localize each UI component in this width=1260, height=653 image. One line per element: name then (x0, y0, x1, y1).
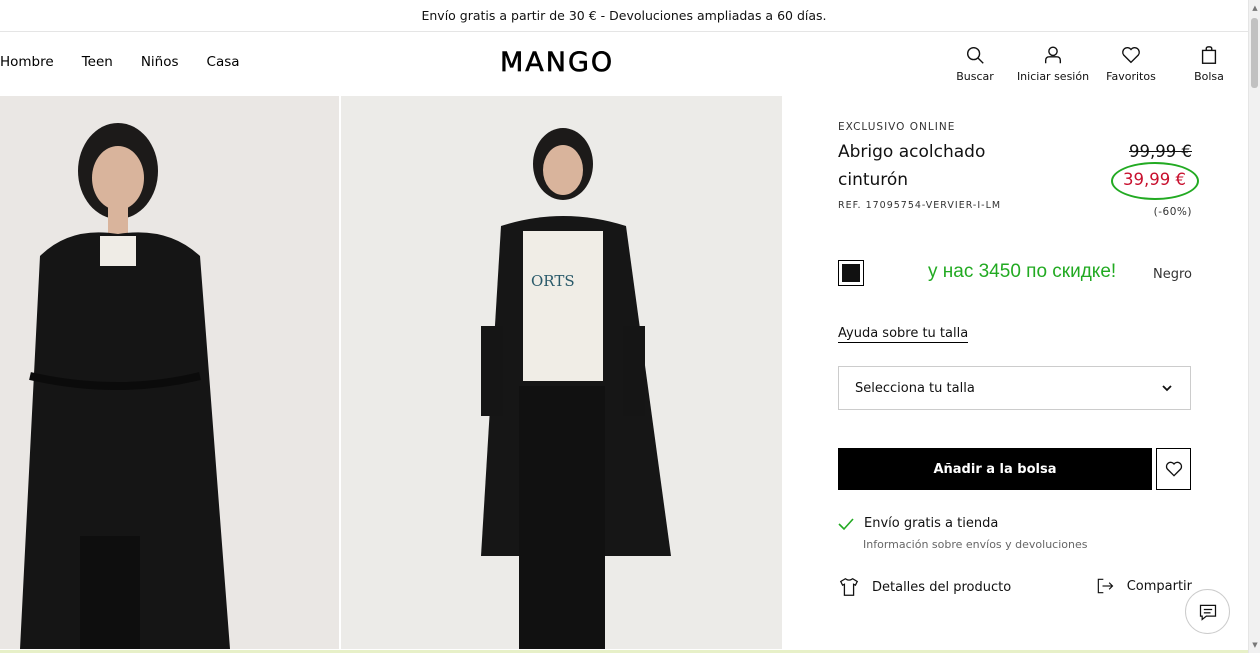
free-shipping-text: Envío gratis a tienda (864, 516, 999, 531)
logo-text: MANGO (500, 47, 615, 79)
share-icon (1097, 578, 1114, 594)
bag-label: Bolsa (1194, 70, 1224, 83)
chevron-down-icon (1162, 385, 1172, 392)
nav-item-hombre[interactable]: Hombre (0, 54, 54, 70)
heart-icon (1165, 461, 1182, 477)
size-help-link[interactable]: Ayuda sobre tu talla (838, 326, 969, 343)
heart-icon (1122, 47, 1140, 64)
exclusive-label: EXCLUSIVO ONLINE (838, 121, 956, 133)
header-actions: Buscar Iniciar sesión Favoritos Bolsa (936, 44, 1248, 83)
price-highlight-circle (1111, 162, 1199, 200)
nav-item-casa[interactable]: Casa (207, 54, 240, 70)
promo-banner-text: Envío gratis a partir de 30 € - Devoluci… (421, 8, 827, 23)
scroll-up-arrow[interactable]: ▲ (1251, 4, 1259, 12)
scroll-down-arrow[interactable]: ▼ (1251, 641, 1259, 649)
promo-banner: Envío gratis a partir de 30 € - Devoluci… (0, 0, 1248, 32)
discount-badge: (-60%) (1153, 206, 1192, 218)
search-icon (966, 46, 984, 64)
tshirt-icon (839, 577, 859, 596)
svg-text:ORTS: ORTS (531, 272, 575, 290)
favorites-label: Favoritos (1106, 70, 1156, 83)
favorites-button[interactable]: Favoritos (1092, 44, 1170, 83)
product-photo-1[interactable] (0, 96, 339, 649)
model-closeup-image (20, 123, 230, 649)
search-button[interactable]: Buscar (936, 44, 1014, 83)
bag-icon (1201, 46, 1217, 64)
chat-icon (1199, 604, 1216, 621)
product-title: Abrigo acolchado cinturón (838, 142, 986, 190)
login-label: Iniciar sesión (1016, 70, 1090, 83)
model-fullbody-image: ORTS (481, 128, 671, 649)
site-header: Hombre Teen Niños Casa MANGO Buscar Inic… (0, 32, 1248, 96)
nav-item-ninos[interactable]: Niños (141, 54, 179, 70)
product-photo-2[interactable]: ORTS (341, 96, 782, 649)
swatch-fill (842, 264, 860, 282)
bag-button[interactable]: Bolsa (1170, 44, 1248, 83)
main-nav: Hombre Teen Niños Casa (0, 54, 268, 70)
color-name: Negro (1153, 267, 1192, 282)
login-button[interactable]: Iniciar sesión (1014, 44, 1092, 83)
scroll-thumb[interactable] (1251, 18, 1258, 88)
color-swatch-black[interactable] (838, 260, 864, 286)
product-details-button[interactable]: Detalles del producto (838, 576, 1011, 598)
size-select-placeholder: Selecciona tu talla (855, 380, 975, 396)
share-label: Compartir (1126, 578, 1192, 594)
product-gallery: ORTS (0, 96, 782, 653)
user-icon (1044, 46, 1062, 64)
search-label: Buscar (956, 70, 994, 83)
chat-button[interactable] (1185, 589, 1230, 634)
free-shipping-note: Envío gratis a tienda (838, 516, 998, 531)
shipping-info-link[interactable]: Información sobre envíos y devoluciones (863, 538, 1088, 551)
vertical-scrollbar[interactable]: ▲ ▼ (1248, 0, 1260, 653)
product-details-label: Detalles del producto (872, 579, 1012, 595)
share-button[interactable]: Compartir (1095, 576, 1192, 596)
size-select[interactable]: Selecciona tu talla (838, 366, 1191, 410)
original-price: 99,99 € (1129, 142, 1192, 161)
check-icon (838, 517, 854, 530)
add-to-bag-button[interactable]: Añadir a la bolsa (838, 448, 1152, 490)
annotation-promo-text: у нас 3450 по скидке! (928, 261, 1117, 282)
mango-logo[interactable]: MANGO (500, 47, 615, 79)
add-favorite-button[interactable] (1156, 448, 1191, 490)
nav-item-teen[interactable]: Teen (82, 54, 113, 70)
product-ref: REF. 17095754-VERVIER-I-LM (838, 200, 1002, 211)
